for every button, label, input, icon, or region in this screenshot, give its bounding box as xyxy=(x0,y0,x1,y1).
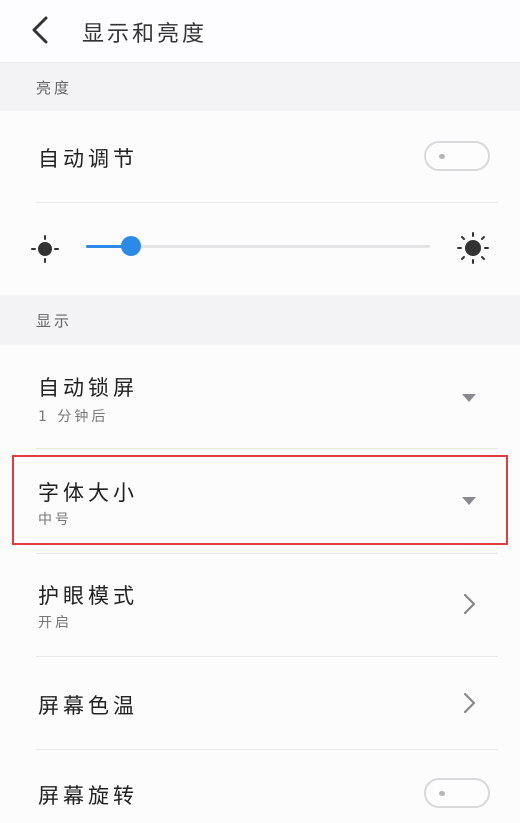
section-header-display: 显示 xyxy=(0,295,520,345)
screen-rotation-label: 屏幕旋转 xyxy=(38,784,138,808)
font-size-label: 字体大小 xyxy=(38,481,138,505)
font-size-value: 中号 xyxy=(38,512,72,528)
screen-rotation-toggle[interactable] xyxy=(424,778,490,808)
header-bar: 显示和亮度 xyxy=(0,0,520,63)
back-arrow-icon[interactable] xyxy=(26,15,54,45)
auto-lock-row[interactable]: 自动锁屏 1 分钟后 xyxy=(0,346,520,448)
auto-lock-label: 自动锁屏 xyxy=(38,376,138,400)
toggle-knob xyxy=(439,154,445,159)
eye-care-label: 护眼模式 xyxy=(38,584,138,608)
auto-adjust-toggle[interactable] xyxy=(424,141,490,171)
dropdown-arrow-icon xyxy=(462,497,476,505)
auto-lock-value: 1 分钟后 xyxy=(38,409,109,425)
section-header-brightness: 亮度 xyxy=(0,63,520,111)
brightness-slider-thumb[interactable] xyxy=(120,236,141,256)
screen-rotation-row[interactable]: 屏幕旋转 xyxy=(0,750,520,823)
brightness-slider-track[interactable] xyxy=(86,236,430,256)
sun-dim-icon xyxy=(30,234,60,264)
auto-adjust-row[interactable]: 自动调节 xyxy=(0,111,520,203)
eye-care-row[interactable]: 护眼模式 开启 xyxy=(0,554,520,656)
eye-care-value: 开启 xyxy=(38,615,72,631)
page-title: 显示和亮度 xyxy=(82,22,208,47)
dropdown-arrow-icon xyxy=(462,394,476,402)
chevron-right-icon xyxy=(462,692,476,714)
color-temperature-row[interactable]: 屏幕色温 xyxy=(0,657,520,749)
auto-adjust-label: 自动调节 xyxy=(38,147,138,171)
brightness-slider-row xyxy=(0,203,520,295)
chevron-right-icon xyxy=(462,593,476,615)
sun-bright-icon xyxy=(456,231,490,265)
color-temperature-label: 屏幕色温 xyxy=(38,694,138,718)
font-size-row[interactable]: 字体大小 中号 xyxy=(0,449,520,553)
toggle-knob xyxy=(439,791,445,796)
